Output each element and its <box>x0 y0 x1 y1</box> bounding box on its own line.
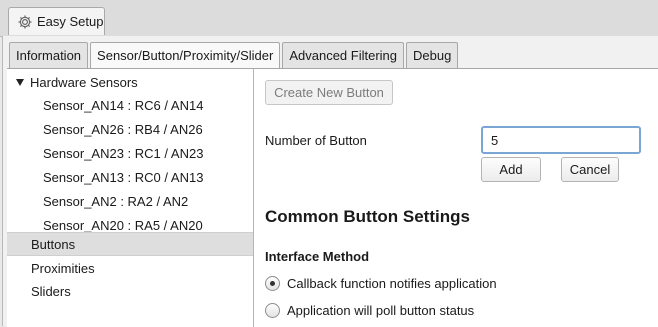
add-button[interactable]: Add <box>481 157 541 182</box>
radio-poll-option[interactable]: Application will poll button status <box>265 303 474 318</box>
tab-advanced-filtering[interactable]: Advanced Filtering <box>282 42 405 68</box>
tree-item-hardware-sensors[interactable]: Hardware Sensors <box>7 70 253 94</box>
tree-item-label: Hardware Sensors <box>30 74 138 90</box>
tree-item-label: Proximities <box>31 260 95 276</box>
tree-item-label: Buttons <box>31 236 76 252</box>
tree-item-sliders[interactable]: Sliders <box>7 279 253 303</box>
tab-strip: Information Sensor/Button/Proximity/Slid… <box>9 42 460 68</box>
gear-icon <box>17 14 33 30</box>
radio-label: Application will poll button status <box>287 303 475 318</box>
tree-item-label: Sensor_AN14 : RC6 / AN14 <box>43 97 204 113</box>
easy-setup-tab[interactable]: Easy Setup <box>8 7 105 35</box>
tree-item-label: Sensor_AN2 : RA2 / AN2 <box>43 193 189 209</box>
tree-item-label: Sensor_AN26 : RB4 / AN26 <box>43 121 203 137</box>
tree-item-sensor[interactable]: Sensor_AN13 : RC0 / AN13 <box>7 165 253 189</box>
number-of-button-input[interactable]: 5 <box>481 126 641 154</box>
tree-item-sensor[interactable]: Sensor_AN14 : RC6 / AN14 <box>7 93 253 117</box>
radio-button[interactable] <box>265 303 280 318</box>
sensor-tree: Hardware Sensors Sensor_AN14 : RC6 / AN1… <box>7 69 254 327</box>
tree-item-sensor[interactable]: Sensor_AN23 : RC1 / AN23 <box>7 141 253 165</box>
tree-item-label: Sliders <box>31 283 71 299</box>
tree-item-proximities[interactable]: Proximities <box>7 256 253 280</box>
tab-content: Hardware Sensors Sensor_AN14 : RC6 / AN1… <box>7 68 658 327</box>
number-of-button-label: Number of Button <box>265 133 367 148</box>
tree-item-sensor[interactable]: Sensor_AN26 : RB4 / AN26 <box>7 117 253 141</box>
tab-sensor-button-proximity-slider[interactable]: Sensor/Button/Proximity/Slider <box>90 42 281 68</box>
expand-triangle-icon[interactable] <box>16 78 24 86</box>
tree-item-label: Sensor_AN13 : RC0 / AN13 <box>43 169 204 185</box>
tree-item-label: Sensor_AN23 : RC1 / AN23 <box>43 145 204 161</box>
common-button-settings-heading: Common Button Settings <box>265 207 470 226</box>
radio-button-checked[interactable] <box>265 276 280 291</box>
radio-callback-option[interactable]: Callback function notifies application <box>265 276 497 291</box>
tree-item-sensor[interactable]: Sensor_AN2 : RA2 / AN2 <box>7 189 253 213</box>
tree-item-buttons[interactable]: Buttons <box>7 232 253 256</box>
radio-label: Callback function notifies application <box>287 276 497 291</box>
create-new-button-button[interactable]: Create New Button <box>265 80 393 105</box>
tree-item-label: Sensor_AN20 : RA5 / AN20 <box>43 217 203 233</box>
app-tab-bar: Easy Setup <box>0 0 658 37</box>
easy-setup-panel: Information Sensor/Button/Proximity/Slid… <box>2 36 658 327</box>
interface-method-heading: Interface Method <box>265 249 370 264</box>
button-settings-pane: Create New Button Number of Button 5 Add… <box>254 69 658 327</box>
easy-setup-tab-label: Easy Setup <box>37 14 104 29</box>
cancel-button[interactable]: Cancel <box>561 157 619 182</box>
tab-information[interactable]: Information <box>9 42 89 68</box>
tab-debug[interactable]: Debug <box>406 42 459 68</box>
